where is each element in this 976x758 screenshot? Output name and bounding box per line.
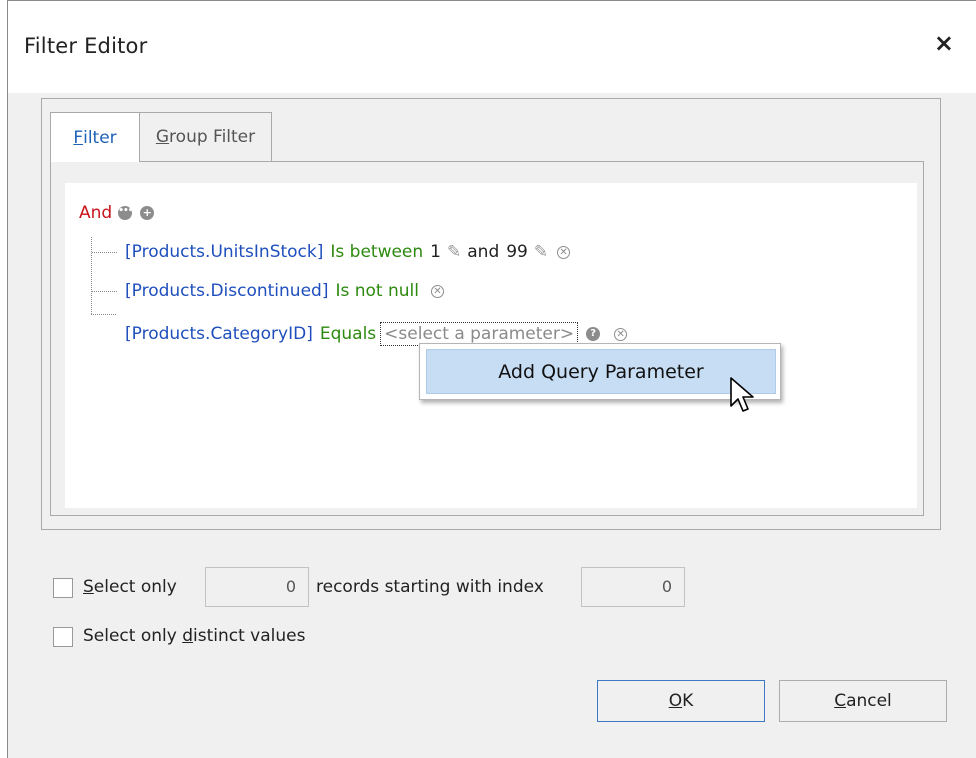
cancel-button[interactable]: Cancel: [779, 680, 947, 722]
distinct-pre: Select only: [83, 626, 183, 646]
condition-operator[interactable]: Is not null: [335, 281, 419, 301]
condition-field[interactable]: [Products.Discontinued]: [125, 281, 328, 301]
tree-connector-2: [92, 291, 117, 292]
tab-filter[interactable]: Filter: [50, 112, 140, 162]
tab-filter-mnemonic: F: [73, 127, 84, 148]
condition-field[interactable]: [Products.UnitsInStock]: [125, 242, 323, 262]
distinct-values-checkbox[interactable]: [53, 627, 73, 647]
distinct-mnemonic: d: [182, 626, 194, 646]
close-icon[interactable]: ×: [934, 31, 954, 55]
cancel-label: ancel: [846, 691, 892, 711]
ok-mnemonic: O: [668, 691, 683, 711]
condition-field[interactable]: [Products.CategoryID]: [125, 324, 313, 344]
condition-joiner: and: [467, 242, 500, 262]
remove-icon[interactable]: ✕: [557, 245, 571, 259]
pencil-icon[interactable]: ✎: [534, 242, 548, 262]
distinct-values-label: Select only distinct values: [83, 626, 305, 646]
context-menu: Add Query Parameter: [419, 343, 781, 400]
remove-icon[interactable]: ✕: [430, 284, 444, 298]
ok-label: K: [682, 691, 694, 711]
start-index-input[interactable]: 0: [581, 567, 685, 607]
condition-row: [Products.UnitsInStock] Is between 1 ✎ a…: [125, 239, 574, 265]
menu-item-add-query-parameter[interactable]: Add Query Parameter: [426, 349, 776, 394]
select-only-label: Select only: [83, 577, 177, 597]
condition-operator[interactable]: Equals: [320, 324, 376, 344]
title-bar: Filter Editor ×: [8, 1, 976, 93]
condition-row: [Products.Discontinued] Is not null ✕: [125, 278, 448, 304]
add-icon[interactable]: +: [140, 206, 155, 220]
ok-button[interactable]: OK: [597, 680, 765, 722]
condition-value-2[interactable]: 99: [506, 242, 528, 262]
condition-value-1[interactable]: 1: [430, 242, 441, 262]
window-title: Filter Editor: [24, 34, 148, 58]
select-only-checkbox[interactable]: [53, 578, 73, 598]
root-operator[interactable]: And: [79, 203, 112, 223]
tree-root-row: And ••• +: [79, 200, 158, 226]
tab-filter-label: ilter: [83, 127, 117, 148]
condition-operator[interactable]: Is between: [330, 242, 423, 262]
tab-group-filter[interactable]: Group Filter: [139, 112, 272, 162]
tree-connector-3: [91, 314, 116, 315]
tree-connector-1: [92, 252, 117, 253]
cancel-mnemonic: C: [834, 691, 847, 711]
select-only-text: elect only: [93, 577, 177, 597]
records-label: records starting with index: [316, 577, 544, 597]
mouse-pointer-icon: [730, 377, 754, 412]
remove-icon[interactable]: ✕: [614, 327, 628, 341]
tab-group-label: roup Filter: [169, 127, 256, 147]
ellipsis-icon[interactable]: •••: [118, 206, 133, 220]
tab-group-mnemonic: G: [155, 127, 170, 147]
pencil-icon[interactable]: ✎: [447, 242, 461, 262]
tree-connector: [91, 237, 92, 314]
distinct-post: istinct values: [193, 626, 306, 646]
top-count-input[interactable]: 0: [205, 567, 309, 607]
help-icon[interactable]: ?: [586, 327, 601, 341]
select-only-mnemonic: S: [83, 577, 94, 597]
